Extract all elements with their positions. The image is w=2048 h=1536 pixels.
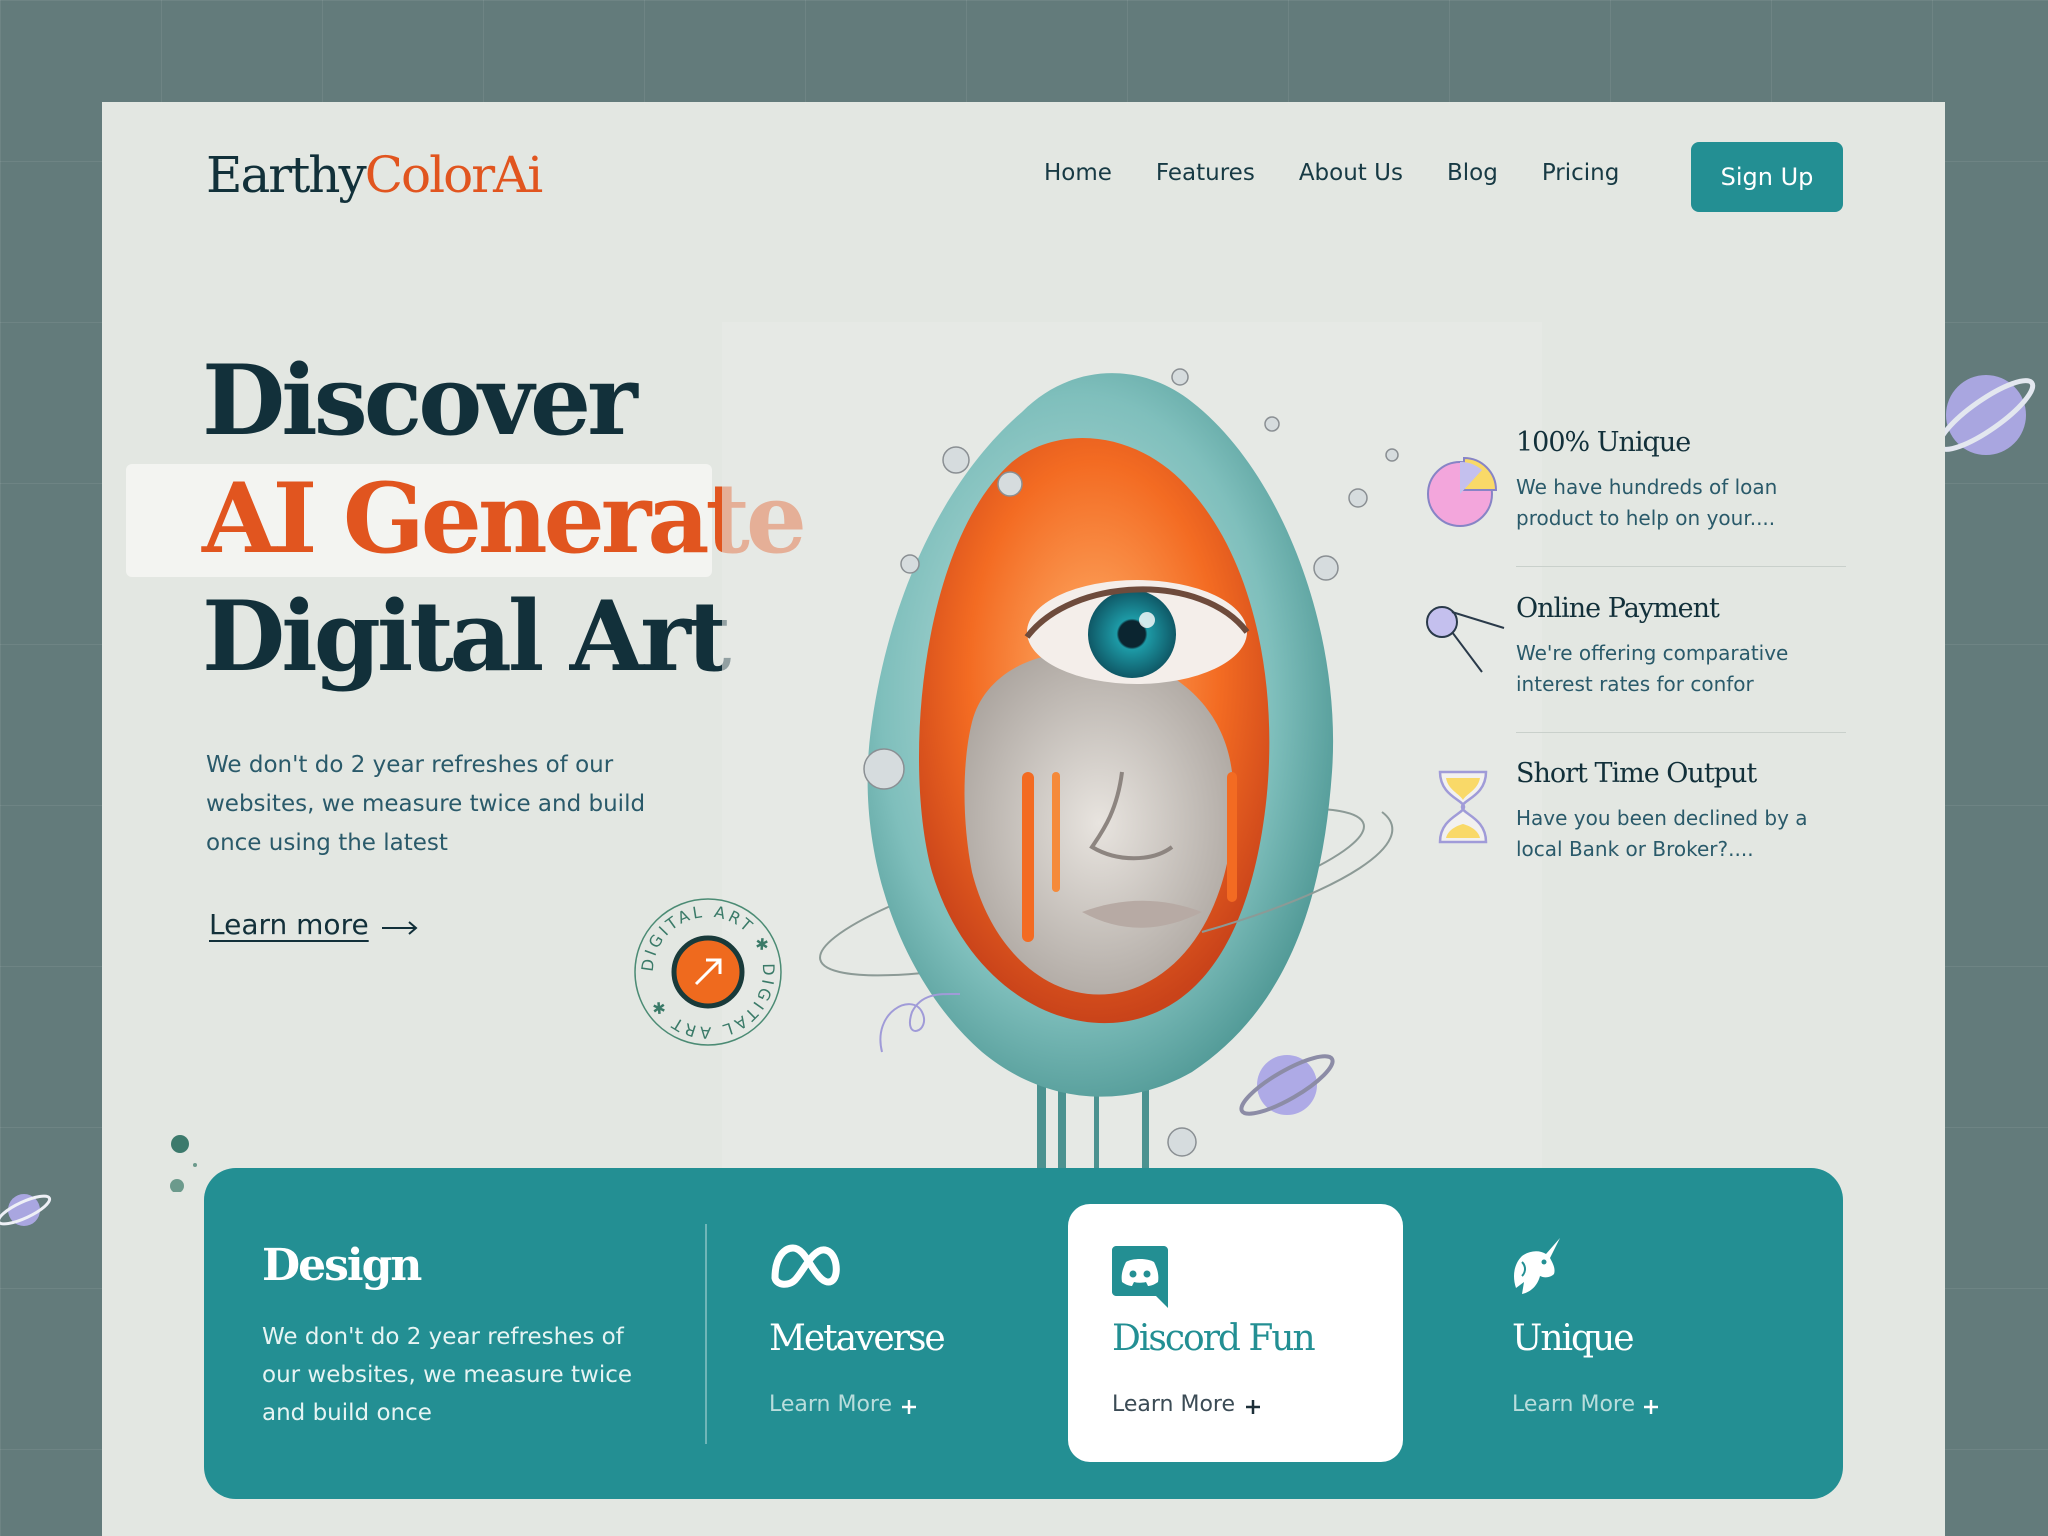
feature-text: We're offering comparative interest rate… [1516, 641, 1789, 696]
feature-title: Online Payment [1516, 593, 1720, 624]
main-nav: Home Features About Us Blog Pricing [1044, 160, 1663, 186]
hero-line-1: Discover [202, 344, 638, 457]
features-band: Design We don't do 2 year refreshes of o… [204, 1168, 1843, 1499]
planet-right-icon [1936, 375, 2036, 455]
satellite-icon [1426, 606, 1505, 673]
nav-home[interactable]: Home [1044, 160, 1112, 186]
unicorn-icon [1514, 1238, 1560, 1294]
feature-divider [1516, 566, 1846, 567]
digital-art-badge[interactable]: DIGITAL ART ✱ DIGITAL ART ✱ [628, 892, 788, 1052]
learn-more-link[interactable]: Learn more [209, 908, 369, 941]
feature-text: We have hundreds of loan product to help… [1516, 475, 1778, 530]
feature-text: Have you been declined by a local Bank o… [1516, 806, 1808, 861]
hero-description: We don't do 2 year refreshes of our webs… [206, 752, 646, 856]
nav-about-us[interactable]: About Us [1299, 160, 1403, 186]
feature-online-payment: Online Payment We're offering comparativ… [1516, 593, 1846, 700]
band-item-name: Unique [1512, 1318, 1635, 1359]
feature-short-time-output: Short Time Output Have you been declined… [1516, 758, 1846, 865]
plus-icon[interactable] [1642, 1398, 1660, 1416]
hero-line-2: AI Generate [202, 462, 807, 575]
sign-up-button[interactable]: Sign Up [1691, 142, 1843, 212]
brand-logo[interactable]: EarthyColorAi [206, 146, 543, 204]
feature-title: Short Time Output [1516, 758, 1757, 789]
feature-unique: 100% Unique We have hundreds of loan pro… [1516, 427, 1846, 534]
hero-title: Discover AI Generate Digital Art [202, 342, 807, 696]
planet-left-icon [0, 1194, 52, 1226]
hourglass-icon [1438, 770, 1488, 844]
nav-pricing[interactable]: Pricing [1542, 160, 1620, 186]
logo-accent-text: ColorAi [364, 146, 543, 204]
band-learn-more[interactable]: Learn More [1512, 1392, 1635, 1417]
nav-features[interactable]: Features [1156, 160, 1255, 186]
hero-art-illustration [722, 322, 1542, 1232]
hero-line-3: Digital Art [202, 580, 731, 693]
landing-page: EarthyColorAi Home Features About Us Blo… [102, 102, 1945, 1536]
feature-title: 100% Unique [1516, 427, 1691, 458]
decorative-dots [170, 1135, 197, 1192]
feature-divider [1516, 732, 1846, 733]
logo-main-text: Earthy [206, 146, 367, 204]
pie-chart-icon [1427, 456, 1498, 527]
nav-blog[interactable]: Blog [1447, 160, 1498, 186]
arrow-right-icon[interactable] [380, 920, 420, 936]
band-item-unique[interactable]: Unique Learn More [204, 1168, 1843, 1499]
